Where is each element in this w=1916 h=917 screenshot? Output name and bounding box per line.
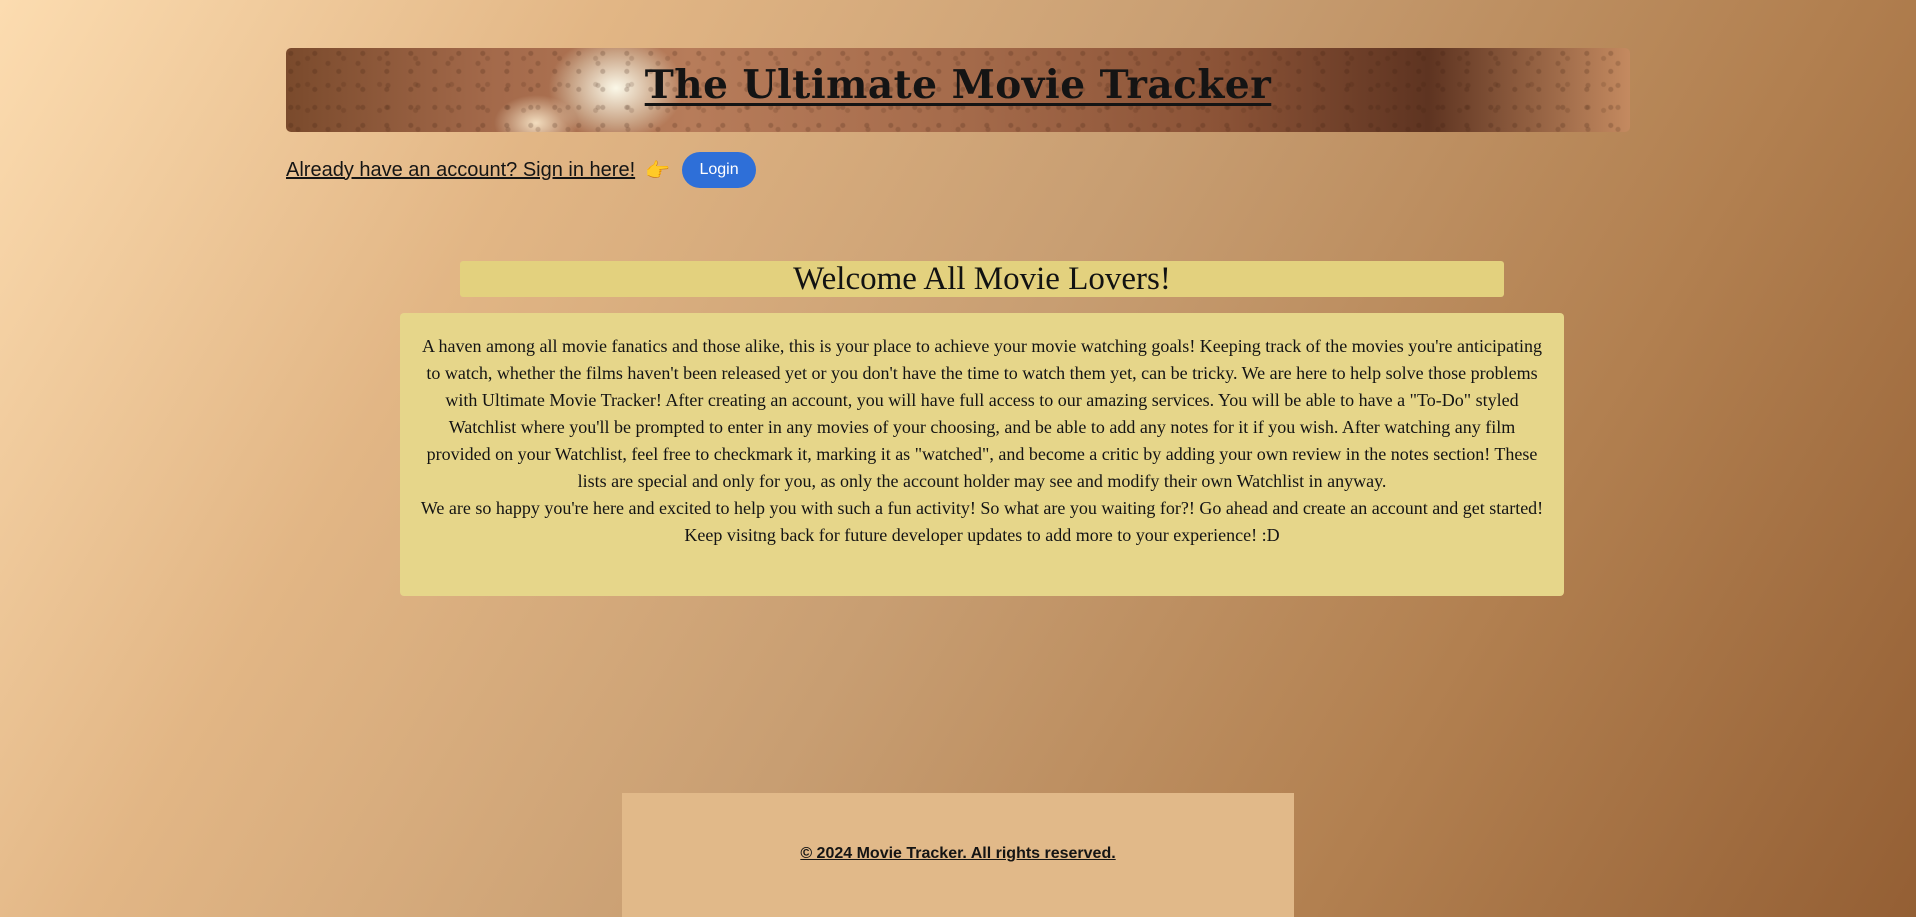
pointing-hand-icon: 👉 xyxy=(645,158,671,182)
footer-copyright: © 2024 Movie Tracker. All rights reserve… xyxy=(800,845,1116,862)
header-banner: The Ultimate Movie Tracker xyxy=(286,48,1630,132)
signin-row: Already have an account? Sign in here! 👉… xyxy=(286,152,757,188)
signin-link[interactable]: Already have an account? Sign in here! xyxy=(286,159,635,182)
page-title: The Ultimate Movie Tracker xyxy=(644,62,1272,108)
login-button[interactable]: Login xyxy=(682,152,757,188)
description-paragraph-1: A haven among all movie fanatics and tho… xyxy=(422,336,1542,491)
welcome-heading: Welcome All Movie Lovers! xyxy=(460,261,1504,297)
footer: © 2024 Movie Tracker. All rights reserve… xyxy=(622,793,1294,917)
description-box: A haven among all movie fanatics and tho… xyxy=(400,313,1564,596)
description-paragraph-2: We are so happy you're here and excited … xyxy=(420,498,1544,545)
